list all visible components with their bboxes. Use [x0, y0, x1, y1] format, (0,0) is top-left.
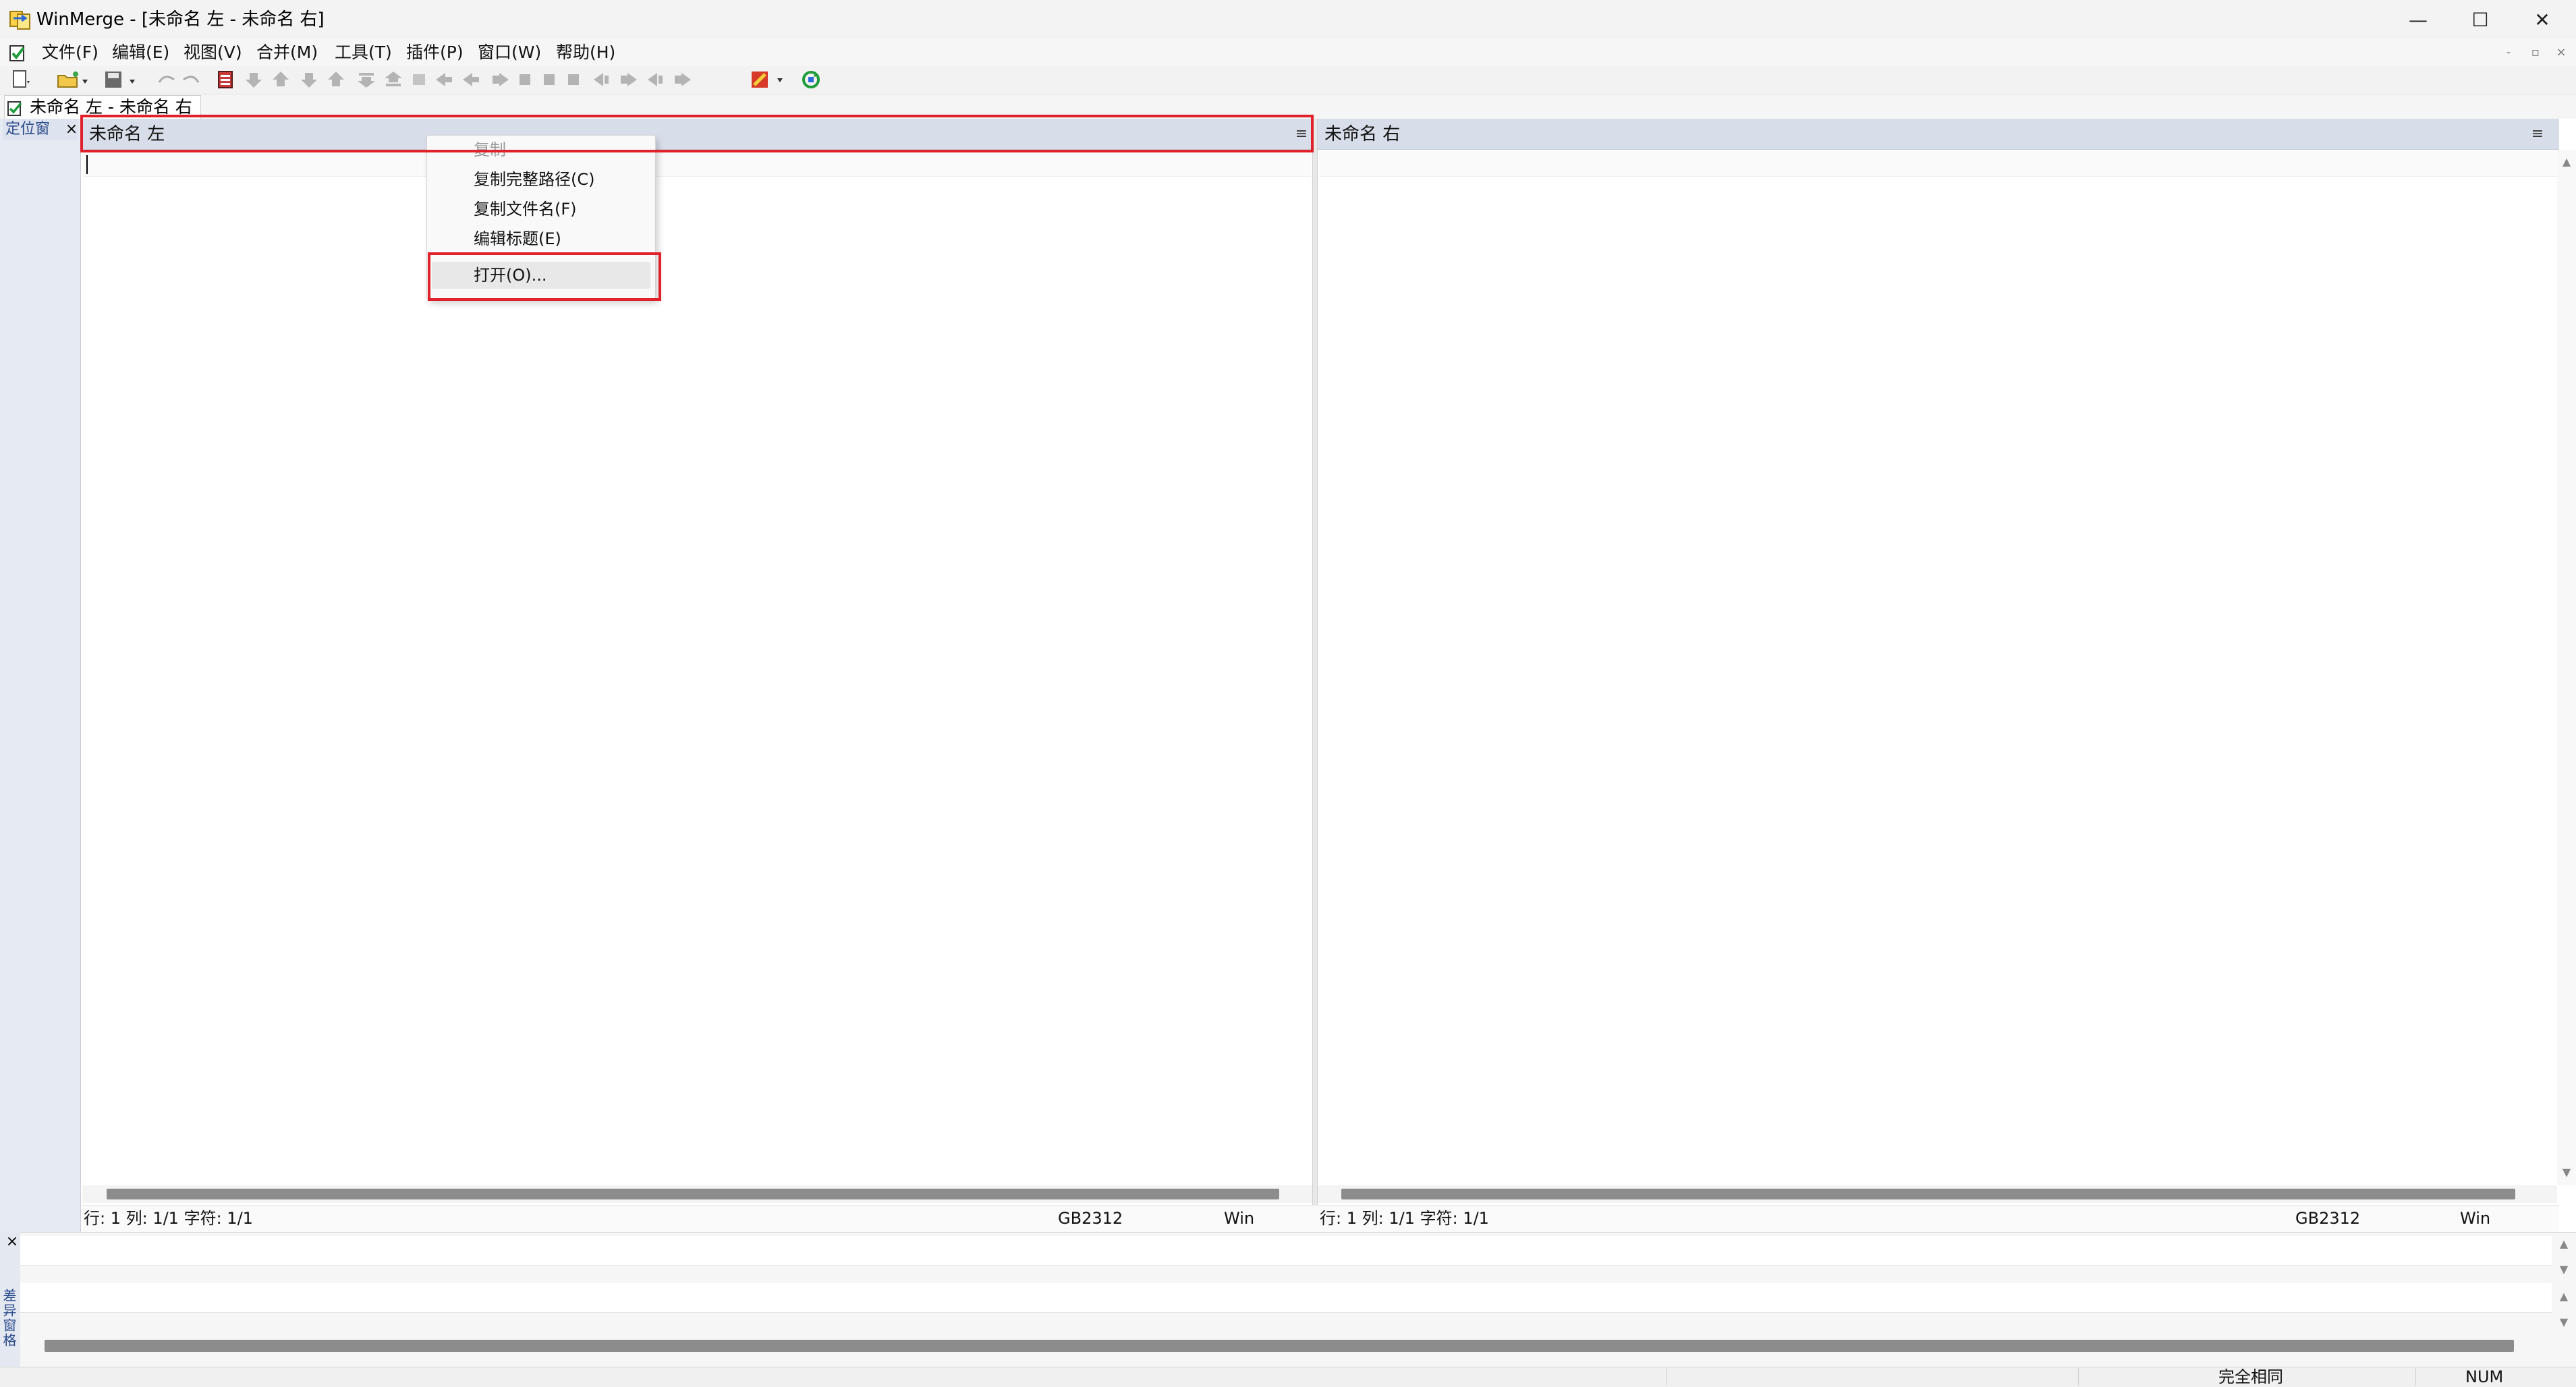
menu-plugins[interactable]: 插件(P) — [402, 39, 468, 66]
pane-splitter[interactable] — [1312, 119, 1318, 1232]
ctx-menu-item-copy-full-path[interactable]: 复制完整路径(C) — [474, 166, 594, 193]
diff-scroll-up-icon[interactable]: ▲ — [2554, 1237, 2573, 1251]
filter-diff-icon[interactable] — [215, 69, 237, 90]
right-pane-header[interactable]: 未命名 右 — [1318, 119, 2559, 150]
menu-view[interactable]: 视图(V) — [179, 39, 246, 66]
ctx-menu-item-copy-filename[interactable]: 复制文件名(F) — [474, 196, 577, 223]
document-compare-icon — [7, 100, 24, 117]
status-bar — [0, 1367, 2576, 1387]
menu-help[interactable]: 帮助(H) — [552, 39, 619, 66]
diff-scroll-up-icon-2[interactable]: ▲ — [2554, 1290, 2573, 1303]
diff-scroll-down-icon[interactable]: ▼ — [2554, 1263, 2573, 1276]
vertical-scrollbar[interactable] — [2557, 150, 2576, 1185]
menu-edit[interactable]: 编辑(E) — [108, 39, 173, 66]
options-icon[interactable] — [749, 69, 789, 90]
menu-window[interactable]: 窗口(W) — [474, 39, 545, 66]
right-pane-menu-icon[interactable]: ≡ — [2529, 119, 2546, 150]
mdi-restore-button[interactable]: ▫ — [2523, 42, 2548, 63]
diff-pane-left-line[interactable] — [20, 1236, 2552, 1266]
annotation-highlight-left-header — [80, 115, 1314, 152]
maximize-button[interactable]: ☐ — [2449, 0, 2511, 39]
diff-horizontal-scrollbar-thumb[interactable] — [45, 1340, 2514, 1352]
menu-merge[interactable]: 合并(M) — [252, 39, 322, 66]
mdi-close-button[interactable]: × — [2549, 42, 2573, 63]
close-button[interactable]: ✕ — [2511, 0, 2573, 39]
diff-pane-label: 差异窗格 — [1, 1289, 17, 1348]
winmerge-app-icon[interactable] — [8, 7, 32, 32]
left-pane-encoding[interactable]: GB2312 — [1058, 1205, 1123, 1232]
save-icon[interactable] — [103, 69, 142, 90]
new-file-icon[interactable] — [9, 69, 32, 90]
open-folder-icon[interactable] — [55, 69, 92, 90]
right-pane-encoding[interactable]: GB2312 — [2295, 1205, 2360, 1232]
text-caret — [86, 155, 88, 174]
scroll-down-icon[interactable]: ▼ — [2557, 1164, 2576, 1181]
menu-tools[interactable]: 工具(T) — [331, 39, 396, 66]
status-message: 完全相同 — [2218, 1367, 2283, 1386]
right-pane-editor[interactable] — [1318, 150, 2559, 1185]
diff-pane-close-button[interactable]: × — [4, 1232, 20, 1252]
window-title: WinMerge - [未命名 左 - 未命名 右] — [36, 9, 325, 30]
ctx-menu-item-edit-caption[interactable]: 编辑标题(E) — [474, 225, 561, 252]
location-pane[interactable] — [0, 119, 81, 1232]
location-pane-label: 定位窗 — [5, 121, 51, 138]
right-pane-cursor-position: 行: 1 列: 1/1 字符: 1/1 — [1320, 1209, 1489, 1228]
diff-navigation-icons[interactable] — [243, 69, 756, 90]
undo-redo-icons[interactable] — [154, 69, 208, 90]
document-compare-icon[interactable] — [8, 43, 28, 63]
left-pane-eol[interactable]: Win — [1224, 1205, 1254, 1232]
right-pane-eol[interactable]: Win — [2460, 1205, 2490, 1232]
right-pane-line-1[interactable] — [1319, 151, 2558, 177]
location-pane-close-button[interactable]: × — [63, 119, 80, 140]
menu-file[interactable]: 文件(F) — [38, 39, 103, 66]
left-pane-cursor-position: 行: 1 列: 1/1 字符: 1/1 — [84, 1209, 253, 1228]
diff-scroll-down-icon-2[interactable]: ▼ — [2554, 1315, 2573, 1329]
left-pane-line-1[interactable] — [84, 151, 1311, 177]
scroll-up-icon[interactable]: ▲ — [2557, 154, 2576, 170]
refresh-icon[interactable] — [800, 69, 823, 90]
left-scrollbar-thumb[interactable] — [107, 1189, 1279, 1199]
status-num-lock: NUM — [2465, 1367, 2504, 1386]
annotation-highlight-open-item — [428, 252, 661, 301]
right-scrollbar-thumb[interactable] — [1341, 1189, 2515, 1199]
minimize-button[interactable]: — — [2387, 0, 2449, 39]
diff-pane-right-line[interactable] — [20, 1283, 2552, 1313]
left-pane-editor[interactable] — [82, 150, 1312, 1185]
mdi-minimize-button[interactable]: - — [2496, 42, 2521, 63]
status-separator — [2078, 1368, 2079, 1386]
title-bar — [0, 0, 2576, 39]
status-separator — [2415, 1368, 2416, 1386]
